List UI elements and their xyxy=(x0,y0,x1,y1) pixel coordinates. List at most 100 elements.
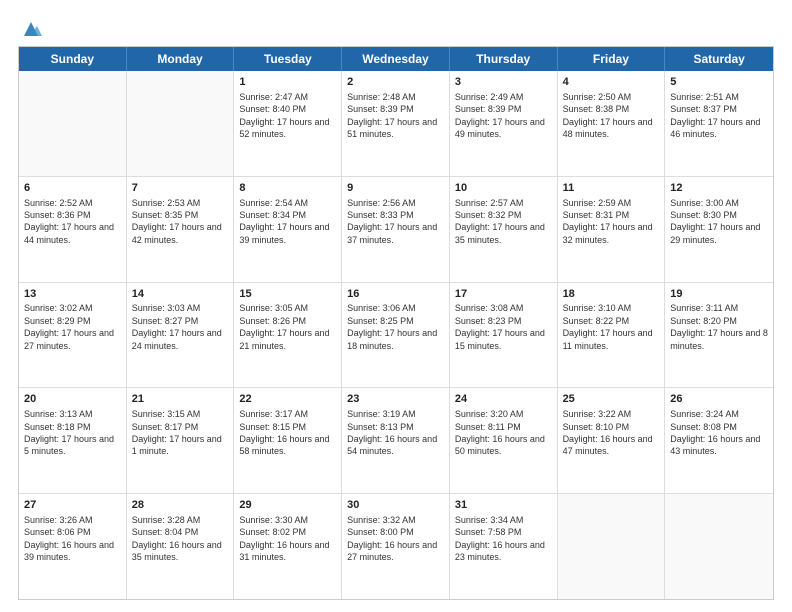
day-number: 24 xyxy=(455,392,552,407)
cell-text: Sunrise: 2:53 AM Sunset: 8:35 PM Dayligh… xyxy=(132,197,229,247)
calendar-cell: 17Sunrise: 3:08 AM Sunset: 8:23 PM Dayli… xyxy=(450,283,558,388)
day-number: 16 xyxy=(347,287,444,302)
calendar-cell xyxy=(665,494,773,599)
day-number: 26 xyxy=(670,392,768,407)
cell-text: Sunrise: 2:49 AM Sunset: 8:39 PM Dayligh… xyxy=(455,91,552,141)
cell-text: Sunrise: 2:54 AM Sunset: 8:34 PM Dayligh… xyxy=(239,197,336,247)
calendar-cell: 4Sunrise: 2:50 AM Sunset: 8:38 PM Daylig… xyxy=(558,71,666,176)
calendar-cell: 13Sunrise: 3:02 AM Sunset: 8:29 PM Dayli… xyxy=(19,283,127,388)
weekday-header: Thursday xyxy=(450,47,558,71)
day-number: 8 xyxy=(239,181,336,196)
calendar-cell: 6Sunrise: 2:52 AM Sunset: 8:36 PM Daylig… xyxy=(19,177,127,282)
day-number: 20 xyxy=(24,392,121,407)
cell-text: Sunrise: 3:17 AM Sunset: 8:15 PM Dayligh… xyxy=(239,408,336,458)
calendar-cell: 3Sunrise: 2:49 AM Sunset: 8:39 PM Daylig… xyxy=(450,71,558,176)
calendar-cell: 5Sunrise: 2:51 AM Sunset: 8:37 PM Daylig… xyxy=(665,71,773,176)
cell-text: Sunrise: 3:02 AM Sunset: 8:29 PM Dayligh… xyxy=(24,302,121,352)
cell-text: Sunrise: 3:26 AM Sunset: 8:06 PM Dayligh… xyxy=(24,514,121,564)
calendar-cell: 2Sunrise: 2:48 AM Sunset: 8:39 PM Daylig… xyxy=(342,71,450,176)
calendar-cell: 25Sunrise: 3:22 AM Sunset: 8:10 PM Dayli… xyxy=(558,388,666,493)
calendar-cell: 8Sunrise: 2:54 AM Sunset: 8:34 PM Daylig… xyxy=(234,177,342,282)
weekday-header: Monday xyxy=(127,47,235,71)
cell-text: Sunrise: 2:47 AM Sunset: 8:40 PM Dayligh… xyxy=(239,91,336,141)
cell-text: Sunrise: 3:13 AM Sunset: 8:18 PM Dayligh… xyxy=(24,408,121,458)
day-number: 31 xyxy=(455,498,552,513)
calendar-cell: 14Sunrise: 3:03 AM Sunset: 8:27 PM Dayli… xyxy=(127,283,235,388)
day-number: 27 xyxy=(24,498,121,513)
day-number: 19 xyxy=(670,287,768,302)
calendar-cell: 30Sunrise: 3:32 AM Sunset: 8:00 PM Dayli… xyxy=(342,494,450,599)
calendar-row: 6Sunrise: 2:52 AM Sunset: 8:36 PM Daylig… xyxy=(19,176,773,282)
cell-text: Sunrise: 3:24 AM Sunset: 8:08 PM Dayligh… xyxy=(670,408,768,458)
cell-text: Sunrise: 3:32 AM Sunset: 8:00 PM Dayligh… xyxy=(347,514,444,564)
calendar-cell: 28Sunrise: 3:28 AM Sunset: 8:04 PM Dayli… xyxy=(127,494,235,599)
calendar-cell: 23Sunrise: 3:19 AM Sunset: 8:13 PM Dayli… xyxy=(342,388,450,493)
day-number: 11 xyxy=(563,181,660,196)
day-number: 28 xyxy=(132,498,229,513)
cell-text: Sunrise: 3:00 AM Sunset: 8:30 PM Dayligh… xyxy=(670,197,768,247)
calendar-cell: 19Sunrise: 3:11 AM Sunset: 8:20 PM Dayli… xyxy=(665,283,773,388)
day-number: 25 xyxy=(563,392,660,407)
cell-text: Sunrise: 3:34 AM Sunset: 7:58 PM Dayligh… xyxy=(455,514,552,564)
calendar: SundayMondayTuesdayWednesdayThursdayFrid… xyxy=(18,46,774,600)
calendar-cell: 9Sunrise: 2:56 AM Sunset: 8:33 PM Daylig… xyxy=(342,177,450,282)
day-number: 5 xyxy=(670,75,768,90)
calendar-cell xyxy=(19,71,127,176)
calendar-row: 1Sunrise: 2:47 AM Sunset: 8:40 PM Daylig… xyxy=(19,71,773,176)
weekday-header: Saturday xyxy=(665,47,773,71)
calendar-header: SundayMondayTuesdayWednesdayThursdayFrid… xyxy=(19,47,773,71)
day-number: 4 xyxy=(563,75,660,90)
calendar-row: 20Sunrise: 3:13 AM Sunset: 8:18 PM Dayli… xyxy=(19,387,773,493)
calendar-cell: 11Sunrise: 2:59 AM Sunset: 8:31 PM Dayli… xyxy=(558,177,666,282)
day-number: 6 xyxy=(24,181,121,196)
logo xyxy=(18,18,42,36)
cell-text: Sunrise: 3:05 AM Sunset: 8:26 PM Dayligh… xyxy=(239,302,336,352)
day-number: 10 xyxy=(455,181,552,196)
day-number: 22 xyxy=(239,392,336,407)
cell-text: Sunrise: 3:11 AM Sunset: 8:20 PM Dayligh… xyxy=(670,302,768,352)
cell-text: Sunrise: 2:50 AM Sunset: 8:38 PM Dayligh… xyxy=(563,91,660,141)
cell-text: Sunrise: 2:48 AM Sunset: 8:39 PM Dayligh… xyxy=(347,91,444,141)
cell-text: Sunrise: 3:10 AM Sunset: 8:22 PM Dayligh… xyxy=(563,302,660,352)
calendar-row: 13Sunrise: 3:02 AM Sunset: 8:29 PM Dayli… xyxy=(19,282,773,388)
header xyxy=(18,18,774,36)
day-number: 12 xyxy=(670,181,768,196)
calendar-cell: 27Sunrise: 3:26 AM Sunset: 8:06 PM Dayli… xyxy=(19,494,127,599)
logo-icon xyxy=(20,18,42,40)
cell-text: Sunrise: 3:06 AM Sunset: 8:25 PM Dayligh… xyxy=(347,302,444,352)
day-number: 14 xyxy=(132,287,229,302)
calendar-cell: 16Sunrise: 3:06 AM Sunset: 8:25 PM Dayli… xyxy=(342,283,450,388)
day-number: 2 xyxy=(347,75,444,90)
day-number: 15 xyxy=(239,287,336,302)
day-number: 9 xyxy=(347,181,444,196)
calendar-cell: 24Sunrise: 3:20 AM Sunset: 8:11 PM Dayli… xyxy=(450,388,558,493)
cell-text: Sunrise: 3:28 AM Sunset: 8:04 PM Dayligh… xyxy=(132,514,229,564)
weekday-header: Wednesday xyxy=(342,47,450,71)
calendar-cell xyxy=(127,71,235,176)
day-number: 1 xyxy=(239,75,336,90)
calendar-cell: 26Sunrise: 3:24 AM Sunset: 8:08 PM Dayli… xyxy=(665,388,773,493)
cell-text: Sunrise: 2:57 AM Sunset: 8:32 PM Dayligh… xyxy=(455,197,552,247)
cell-text: Sunrise: 3:15 AM Sunset: 8:17 PM Dayligh… xyxy=(132,408,229,458)
cell-text: Sunrise: 2:59 AM Sunset: 8:31 PM Dayligh… xyxy=(563,197,660,247)
calendar-cell: 21Sunrise: 3:15 AM Sunset: 8:17 PM Dayli… xyxy=(127,388,235,493)
calendar-body: 1Sunrise: 2:47 AM Sunset: 8:40 PM Daylig… xyxy=(19,71,773,599)
cell-text: Sunrise: 2:51 AM Sunset: 8:37 PM Dayligh… xyxy=(670,91,768,141)
day-number: 17 xyxy=(455,287,552,302)
cell-text: Sunrise: 2:52 AM Sunset: 8:36 PM Dayligh… xyxy=(24,197,121,247)
calendar-cell: 20Sunrise: 3:13 AM Sunset: 8:18 PM Dayli… xyxy=(19,388,127,493)
calendar-cell: 18Sunrise: 3:10 AM Sunset: 8:22 PM Dayli… xyxy=(558,283,666,388)
calendar-cell: 7Sunrise: 2:53 AM Sunset: 8:35 PM Daylig… xyxy=(127,177,235,282)
cell-text: Sunrise: 3:30 AM Sunset: 8:02 PM Dayligh… xyxy=(239,514,336,564)
calendar-cell: 29Sunrise: 3:30 AM Sunset: 8:02 PM Dayli… xyxy=(234,494,342,599)
cell-text: Sunrise: 2:56 AM Sunset: 8:33 PM Dayligh… xyxy=(347,197,444,247)
day-number: 7 xyxy=(132,181,229,196)
day-number: 3 xyxy=(455,75,552,90)
calendar-cell: 1Sunrise: 2:47 AM Sunset: 8:40 PM Daylig… xyxy=(234,71,342,176)
calendar-cell: 15Sunrise: 3:05 AM Sunset: 8:26 PM Dayli… xyxy=(234,283,342,388)
calendar-cell: 22Sunrise: 3:17 AM Sunset: 8:15 PM Dayli… xyxy=(234,388,342,493)
day-number: 23 xyxy=(347,392,444,407)
weekday-header: Friday xyxy=(558,47,666,71)
calendar-cell xyxy=(558,494,666,599)
day-number: 18 xyxy=(563,287,660,302)
